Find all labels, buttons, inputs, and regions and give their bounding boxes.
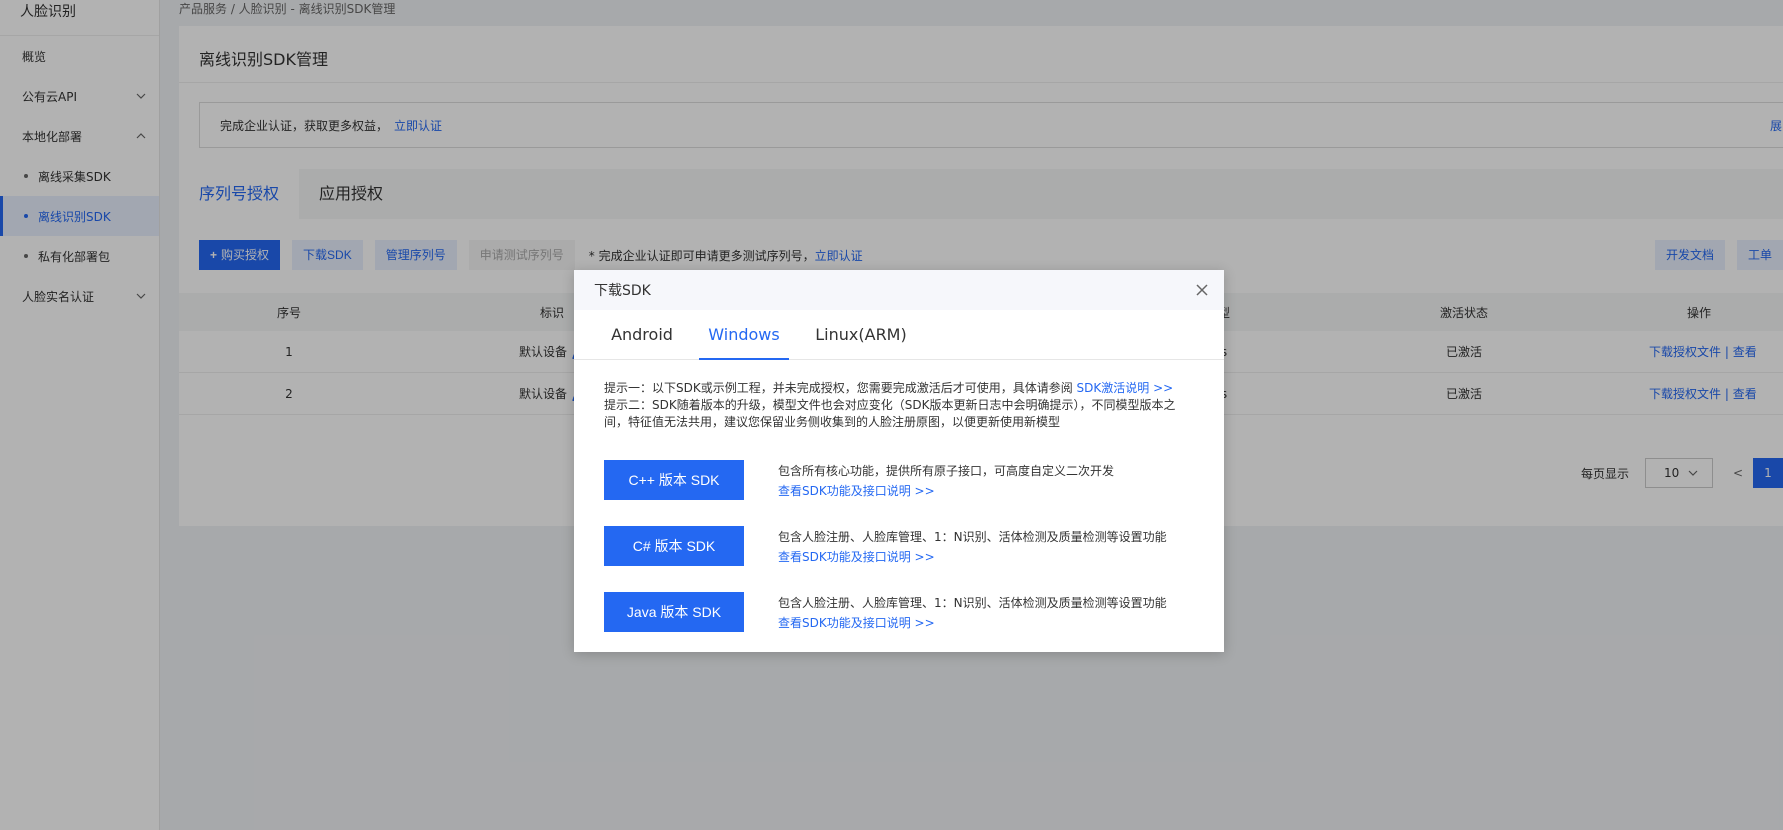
dialog-header: 下载SDK (574, 270, 1224, 310)
tip-2: 提示二：SDK随着版本的升级，模型文件也会对应变化（SDK版本更新日志中会明确提… (604, 398, 1176, 429)
sdk-row-java: Java 版本 SDK 包含人脸注册、人脸库管理、1：N识别、活体检测及质量检测… (604, 592, 1194, 632)
sdk-row-csharp: C# 版本 SDK 包含人脸注册、人脸库管理、1：N识别、活体检测及质量检测等设… (604, 526, 1194, 566)
dialog-title: 下载SDK (594, 283, 651, 299)
sdk-docs-link[interactable]: 查看SDK功能及接口说明 >> (778, 614, 935, 631)
tip-1: 提示一：以下SDK或示例工程，并未完成授权，您需要完成激活后才可使用，具体请参阅… (604, 380, 1194, 397)
tab-linux-arm[interactable]: Linux(ARM) (806, 310, 916, 360)
java-sdk-button[interactable]: Java 版本 SDK (604, 592, 744, 632)
sdk-activation-link[interactable]: SDK激活说明 >> (1077, 381, 1174, 395)
dialog-tips: 提示一：以下SDK或示例工程，并未完成授权，您需要完成激活后才可使用，具体请参阅… (604, 380, 1194, 431)
sdk-desc: 包含所有核心功能，提供所有原子接口，可高度自定义二次开发 (778, 464, 1115, 478)
sdk-desc: 包含人脸注册、人脸库管理、1：N识别、活体检测及质量检测等设置功能 (778, 530, 1167, 544)
sdk-docs-link[interactable]: 查看SDK功能及接口说明 >> (778, 548, 935, 565)
csharp-sdk-button[interactable]: C# 版本 SDK (604, 526, 744, 566)
sdk-docs-link[interactable]: 查看SDK功能及接口说明 >> (778, 482, 935, 499)
close-icon[interactable] (1194, 282, 1210, 298)
cpp-sdk-button[interactable]: C++ 版本 SDK (604, 460, 744, 500)
dialog-tabs: Android Windows Linux(ARM) (574, 310, 1224, 360)
tip-1-text: 提示一：以下SDK或示例工程，并未完成授权，您需要完成激活后才可使用，具体请参阅 (604, 381, 1077, 395)
tab-windows[interactable]: Windows (699, 310, 789, 360)
tab-android[interactable]: Android (602, 310, 682, 360)
sdk-desc: 包含人脸注册、人脸库管理、1：N识别、活体检测及质量检测等设置功能 (778, 596, 1167, 610)
sdk-row-cpp: C++ 版本 SDK 包含所有核心功能，提供所有原子接口，可高度自定义二次开发 … (604, 460, 1194, 500)
download-sdk-dialog: 下载SDK Android Windows Linux(ARM) 提示一：以下S… (574, 270, 1224, 652)
